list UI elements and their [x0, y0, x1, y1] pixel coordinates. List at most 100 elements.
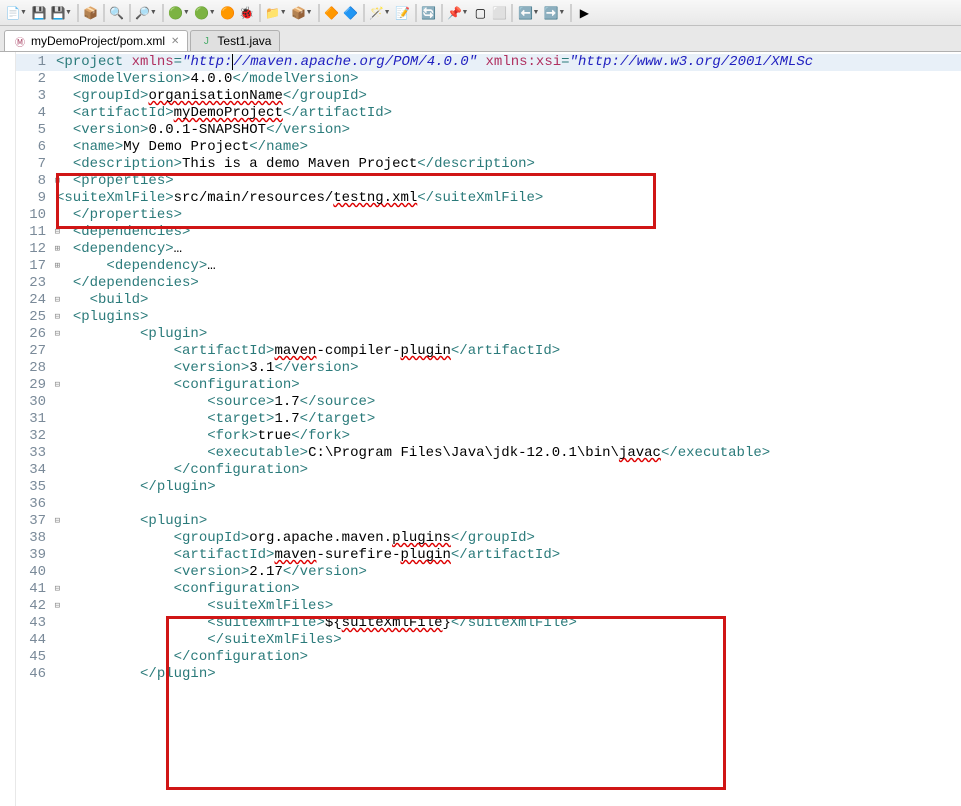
line-number[interactable]: 8: [16, 173, 52, 190]
line-number[interactable]: 31: [16, 411, 52, 428]
code-line[interactable]: <dependency>…: [52, 241, 961, 258]
new-comp-icon[interactable]: 📦: [82, 4, 100, 22]
code-line[interactable]: <dependencies>: [52, 224, 961, 241]
code-line[interactable]: <configuration>: [52, 377, 961, 394]
line-number[interactable]: 28: [16, 360, 52, 377]
code-line[interactable]: <plugins>: [52, 309, 961, 326]
line-number[interactable]: 34: [16, 462, 52, 479]
marker-icon[interactable]: ▶: [575, 4, 593, 22]
code-line[interactable]: </plugin>: [52, 479, 961, 496]
newproj-icon[interactable]: 📁: [264, 4, 282, 22]
code-line[interactable]: <groupId>organisationName</groupId>: [52, 88, 961, 105]
line-number[interactable]: 9: [16, 190, 52, 207]
back-icon[interactable]: ⬅️: [516, 4, 534, 22]
zoom-icon[interactable]: 🔎: [134, 4, 152, 22]
line-number[interactable]: 38: [16, 530, 52, 547]
open-task-icon[interactable]: 🔷: [342, 4, 360, 22]
line-number[interactable]: 32: [16, 428, 52, 445]
debug-icon[interactable]: 🐞: [238, 4, 256, 22]
code-line[interactable]: <groupId>org.apache.maven.plugins</group…: [52, 530, 961, 547]
code-line[interactable]: <executable>C:\Program Files\Java\jdk-12…: [52, 445, 961, 462]
code-line[interactable]: </configuration>: [52, 462, 961, 479]
refresh-icon[interactable]: 🔄: [420, 4, 438, 22]
tab-close-icon[interactable]: ✕: [171, 36, 179, 47]
wand-icon[interactable]: 🪄: [368, 4, 386, 22]
line-number[interactable]: 29: [16, 377, 52, 394]
code-line[interactable]: <properties>: [52, 173, 961, 190]
code-line[interactable]: </properties>: [52, 207, 961, 224]
line-number[interactable]: 46: [16, 666, 52, 683]
line-gutter[interactable]: 1234567891011121723242526272829303132333…: [16, 52, 52, 806]
code-area[interactable]: <project xmlns="http://maven.apache.org/…: [52, 52, 961, 806]
code-line[interactable]: <modelVersion>4.0.0</modelVersion>: [52, 71, 961, 88]
code-line[interactable]: <version>3.1</version>: [52, 360, 961, 377]
run-icon[interactable]: 🟢: [167, 4, 185, 22]
code-line[interactable]: <artifactId>maven-surefire-plugin</artif…: [52, 547, 961, 564]
code-line[interactable]: <target>1.7</target>: [52, 411, 961, 428]
code-line[interactable]: <artifactId>myDemoProject</artifactId>: [52, 105, 961, 122]
code-line[interactable]: <description>This is a demo Maven Projec…: [52, 156, 961, 173]
line-number[interactable]: 23: [16, 275, 52, 292]
code-line[interactable]: <name>My Demo Project</name>: [52, 139, 961, 156]
code-line[interactable]: <suiteXmlFiles>: [52, 598, 961, 615]
fwd-icon[interactable]: ➡️: [542, 4, 560, 22]
line-number[interactable]: 42: [16, 598, 52, 615]
code-line[interactable]: <artifactId>maven-compiler-plugin</artif…: [52, 343, 961, 360]
code-line[interactable]: [52, 496, 961, 513]
open-type-icon[interactable]: 🔶: [323, 4, 341, 22]
line-number[interactable]: 1: [16, 54, 52, 71]
line-number[interactable]: 30: [16, 394, 52, 411]
line-number[interactable]: 12: [16, 241, 52, 258]
line-number[interactable]: 6: [16, 139, 52, 156]
line-number[interactable]: 41: [16, 581, 52, 598]
terminal-icon[interactable]: ▢: [471, 4, 489, 22]
code-line[interactable]: </configuration>: [52, 649, 961, 666]
code-editor[interactable]: 1234567891011121723242526272829303132333…: [0, 52, 961, 806]
code-line[interactable]: <build>: [52, 292, 961, 309]
line-number[interactable]: 44: [16, 632, 52, 649]
code-line[interactable]: <configuration>: [52, 581, 961, 598]
code-line[interactable]: <suiteXmlFile>${suiteXmlFile}</suiteXmlF…: [52, 615, 961, 632]
code-line[interactable]: </suiteXmlFiles>: [52, 632, 961, 649]
new-icon[interactable]: 📄: [4, 4, 22, 22]
line-number[interactable]: 2: [16, 71, 52, 88]
line-number[interactable]: 7: [16, 156, 52, 173]
line-number[interactable]: 39: [16, 547, 52, 564]
line-number[interactable]: 25: [16, 309, 52, 326]
line-number[interactable]: 45: [16, 649, 52, 666]
run2-icon[interactable]: 🟢: [193, 4, 211, 22]
code-line[interactable]: <plugin>: [52, 326, 961, 343]
code-line[interactable]: <dependency>…: [52, 258, 961, 275]
line-number[interactable]: 26: [16, 326, 52, 343]
coverage-icon[interactable]: 🟠: [219, 4, 237, 22]
code-line[interactable]: <plugin>: [52, 513, 961, 530]
code-line[interactable]: <project xmlns="http://maven.apache.org/…: [52, 54, 961, 71]
line-number[interactable]: 10: [16, 207, 52, 224]
code-line[interactable]: <source>1.7</source>: [52, 394, 961, 411]
newpkg-icon[interactable]: 📦: [290, 4, 308, 22]
code-line[interactable]: <version>2.17</version>: [52, 564, 961, 581]
line-number[interactable]: 17: [16, 258, 52, 275]
code-line[interactable]: </dependencies>: [52, 275, 961, 292]
line-number[interactable]: 24: [16, 292, 52, 309]
tab-pom[interactable]: ⓂmyDemoProject/pom.xml✕: [4, 30, 188, 51]
line-number[interactable]: 4: [16, 105, 52, 122]
code-line[interactable]: </plugin>: [52, 666, 961, 683]
search-icon[interactable]: 🔍: [108, 4, 126, 22]
line-number[interactable]: 5: [16, 122, 52, 139]
code-line[interactable]: <fork>true</fork>: [52, 428, 961, 445]
code-line[interactable]: <suiteXmlFile>src/main/resources/testng.…: [52, 190, 961, 207]
line-number[interactable]: 35: [16, 479, 52, 496]
code-line[interactable]: <version>0.0.1-SNAPSHOT</version>: [52, 122, 961, 139]
pin-icon[interactable]: 📌: [446, 4, 464, 22]
saveall-icon[interactable]: 💾: [49, 4, 67, 22]
format-icon[interactable]: 📝: [394, 4, 412, 22]
line-number[interactable]: 37: [16, 513, 52, 530]
line-number[interactable]: 27: [16, 343, 52, 360]
save-icon[interactable]: 💾: [30, 4, 48, 22]
line-number[interactable]: 36: [16, 496, 52, 513]
line-number[interactable]: 33: [16, 445, 52, 462]
line-number[interactable]: 11: [16, 224, 52, 241]
tab-test1[interactable]: JTest1.java: [190, 30, 280, 51]
line-number[interactable]: 3: [16, 88, 52, 105]
